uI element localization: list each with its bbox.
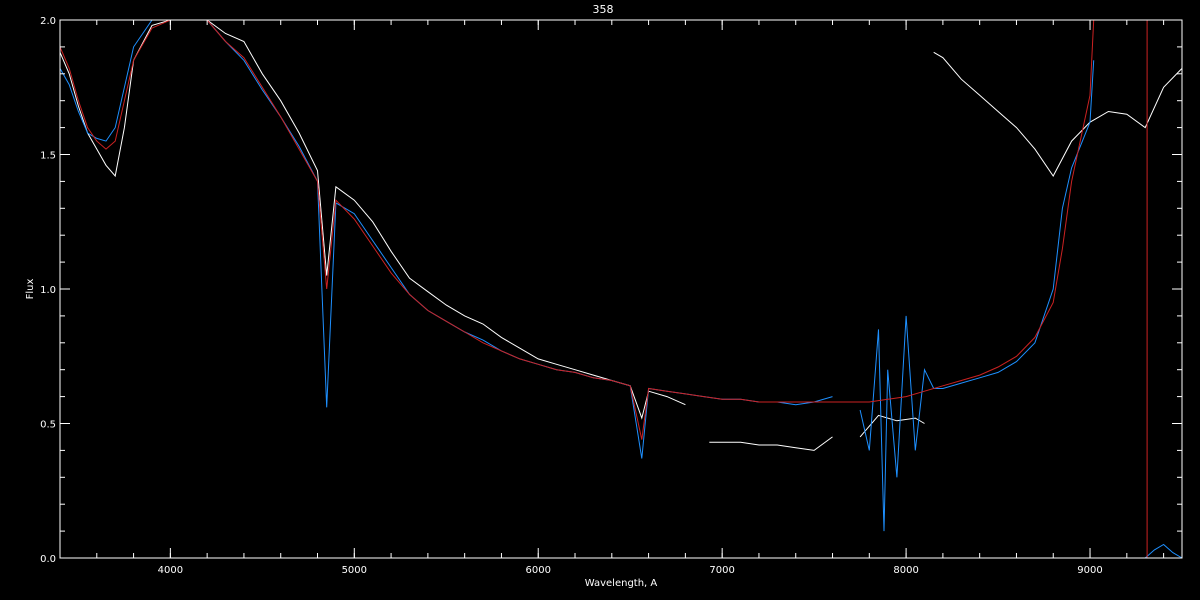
y-axis-label: Flux xyxy=(25,279,36,300)
y-tick-label: 0.0 xyxy=(40,554,56,565)
y-tick-label: 1.0 xyxy=(40,285,56,296)
x-tick-label: 7000 xyxy=(709,565,734,576)
y-tick-label: 2.0 xyxy=(40,16,56,27)
chart-title: 358 xyxy=(593,3,614,16)
y-tick-label: 1.5 xyxy=(40,151,56,162)
x-tick-label: 6000 xyxy=(526,565,551,576)
x-tick-label: 9000 xyxy=(1077,565,1102,576)
x-tick-label: 4000 xyxy=(158,565,183,576)
x-axis-label: Wavelength, A xyxy=(585,578,658,589)
chart-background xyxy=(0,0,1200,600)
x-tick-label: 8000 xyxy=(893,565,918,576)
y-tick-label: 0.5 xyxy=(40,420,56,431)
x-tick-label: 5000 xyxy=(342,565,367,576)
spectrum-chart: 358 4000 5000 6000 7000 8000 9000 0.0 0.5 1.0 1.5… xyxy=(0,0,1200,600)
